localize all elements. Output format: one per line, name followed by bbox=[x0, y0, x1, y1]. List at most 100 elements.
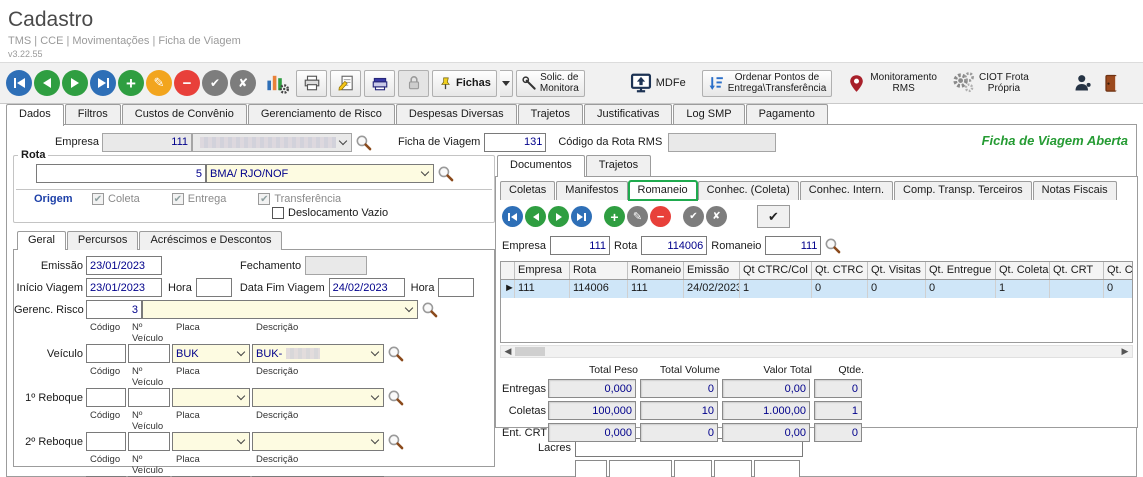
first-record-button[interactable] bbox=[6, 70, 32, 96]
stub-field[interactable] bbox=[714, 460, 752, 477]
scroll-left-arrow[interactable]: ◀ bbox=[501, 346, 515, 357]
stub-field[interactable] bbox=[609, 460, 672, 477]
rota-search-icon[interactable] bbox=[437, 165, 454, 182]
tab-percursos[interactable]: Percursos bbox=[67, 231, 139, 250]
romaneio-delete-button[interactable]: − bbox=[650, 206, 671, 227]
checkbox-transferencia[interactable]: Transferência bbox=[258, 193, 341, 205]
tab-trajetos[interactable]: Trajetos bbox=[518, 104, 583, 125]
veiculo-nveiculo-field[interactable] bbox=[128, 344, 170, 363]
romaneio-first-button[interactable] bbox=[502, 206, 523, 227]
tab-despesas-diversas[interactable]: Despesas Diversas bbox=[396, 104, 517, 125]
edit-record-button[interactable]: ✎ bbox=[146, 70, 172, 96]
mdfe-button[interactable]: MDFe bbox=[630, 72, 686, 94]
reboque2-nveiculo-field[interactable] bbox=[128, 432, 170, 451]
tab-acrescimos-descontos[interactable]: Acréscimos e Descontos bbox=[139, 231, 282, 250]
label-print-button[interactable] bbox=[364, 70, 395, 97]
cancel-button[interactable]: ✘ bbox=[230, 70, 256, 96]
romaneio-edit-button[interactable]: ✎ bbox=[627, 206, 648, 227]
ordenar-pontos-button[interactable]: Ordenar Pontos de Entrega\Transferência bbox=[702, 70, 833, 97]
romaneio-add-button[interactable]: + bbox=[604, 206, 625, 227]
reboque1-search-icon[interactable] bbox=[387, 389, 404, 406]
ciot-frota-button[interactable]: CIOT Frota Própria bbox=[951, 71, 1029, 95]
filter-empresa-field[interactable]: 111 bbox=[550, 236, 610, 255]
romaneio-last-button[interactable] bbox=[571, 206, 592, 227]
gerenc-risco-search-icon[interactable] bbox=[421, 301, 438, 318]
veiculo-search-icon[interactable] bbox=[387, 345, 404, 362]
reboque1-placa-combo[interactable] bbox=[172, 388, 250, 407]
scroll-thumb[interactable] bbox=[515, 347, 545, 356]
veiculo-codigo-field[interactable] bbox=[86, 344, 126, 363]
grid-horizontal-scrollbar[interactable]: ◀ ▶ bbox=[500, 345, 1133, 358]
data-fim-field[interactable]: 24/02/2023 bbox=[329, 278, 405, 297]
add-record-button[interactable]: + bbox=[118, 70, 144, 96]
chart-settings-icon[interactable] bbox=[262, 69, 292, 97]
reboque1-codigo-field[interactable] bbox=[86, 388, 126, 407]
gerenc-risco-code-field[interactable]: 3 bbox=[86, 300, 142, 319]
inicio-viagem-field[interactable]: 23/01/2023 bbox=[86, 278, 162, 297]
ficha-viagem-field[interactable]: 131 bbox=[484, 133, 546, 152]
tab-justificativas[interactable]: Justificativas bbox=[584, 104, 672, 125]
rota-combo[interactable]: BMA/ RJO/NOF bbox=[206, 164, 434, 183]
next-record-button[interactable] bbox=[62, 70, 88, 96]
edit-report-button[interactable] bbox=[330, 70, 361, 97]
hora-inicio-field[interactable] bbox=[196, 278, 232, 297]
delete-record-button[interactable]: − bbox=[174, 70, 200, 96]
fichas-button[interactable]: Fichas bbox=[432, 70, 497, 97]
stub-field[interactable] bbox=[674, 460, 712, 477]
scroll-right-arrow[interactable]: ▶ bbox=[1118, 346, 1132, 357]
tab-manifestos[interactable]: Manifestos bbox=[556, 181, 627, 200]
emissao-field[interactable]: 23/01/2023 bbox=[86, 256, 162, 275]
exit-button[interactable] bbox=[1101, 73, 1121, 93]
tab-trajetos-right[interactable]: Trajetos bbox=[586, 155, 651, 176]
reboque2-placa-combo[interactable] bbox=[172, 432, 250, 451]
tab-pagamento[interactable]: Pagamento bbox=[746, 104, 828, 125]
stub-field[interactable] bbox=[575, 460, 607, 477]
tab-geral[interactable]: Geral bbox=[17, 231, 66, 250]
romaneio-search-icon[interactable] bbox=[824, 237, 841, 254]
solic-monitora-button[interactable]: Solic. de Monitora bbox=[516, 70, 585, 97]
romaneio-cancel-button[interactable]: ✘ bbox=[706, 206, 727, 227]
grid-selected-row[interactable]: ► 111 114006 111 24/02/2023 1 0 0 0 1 0 bbox=[501, 280, 1132, 298]
romaneio-confirm-button[interactable]: ✔ bbox=[683, 206, 704, 227]
reboque2-descricao-combo[interactable] bbox=[252, 432, 384, 451]
romaneio-apply-button[interactable]: ✔ bbox=[757, 205, 790, 228]
tab-filtros[interactable]: Filtros bbox=[65, 104, 121, 125]
reboque1-descricao-combo[interactable] bbox=[252, 388, 384, 407]
reboque2-codigo-field[interactable] bbox=[86, 432, 126, 451]
reboque1-nveiculo-field[interactable] bbox=[128, 388, 170, 407]
confirm-button[interactable]: ✔ bbox=[202, 70, 228, 96]
tab-gerenciamento-risco[interactable]: Gerenciamento de Risco bbox=[248, 104, 395, 125]
tab-conhec-intern[interactable]: Conhec. Intern. bbox=[800, 181, 893, 200]
tab-custos-convenio[interactable]: Custos de Convênio bbox=[122, 104, 247, 125]
print-button[interactable] bbox=[296, 70, 327, 97]
tab-coletas[interactable]: Coletas bbox=[500, 181, 555, 200]
tab-documentos[interactable]: Documentos bbox=[497, 155, 585, 177]
fichas-dropdown-arrow[interactable] bbox=[500, 70, 513, 97]
reboque2-search-icon[interactable] bbox=[387, 433, 404, 450]
romaneio-next-button[interactable] bbox=[548, 206, 569, 227]
checkbox-deslocamento-vazio[interactable]: Deslocamento Vazio bbox=[272, 207, 388, 219]
hora-fim-field[interactable] bbox=[438, 278, 474, 297]
tab-romaneio[interactable]: Romaneio bbox=[629, 181, 697, 200]
empresa-name-combo[interactable] bbox=[192, 133, 352, 152]
filter-rota-field[interactable]: 114006 bbox=[641, 236, 707, 255]
user-button[interactable] bbox=[1073, 73, 1093, 93]
last-record-button[interactable] bbox=[90, 70, 116, 96]
gerenc-risco-combo[interactable] bbox=[142, 300, 418, 319]
veiculo-placa-combo[interactable]: BUK bbox=[172, 344, 250, 363]
checkbox-entrega[interactable]: Entrega bbox=[172, 193, 227, 205]
stub-field[interactable] bbox=[754, 460, 800, 477]
veiculo-descricao-combo[interactable]: BUK- bbox=[252, 344, 384, 363]
tab-comp-transp-terceiros[interactable]: Comp. Transp. Terceiros bbox=[894, 181, 1032, 200]
previous-record-button[interactable] bbox=[34, 70, 60, 96]
romaneio-previous-button[interactable] bbox=[525, 206, 546, 227]
rota-code-field[interactable]: 5 bbox=[36, 164, 206, 183]
tab-log-smp[interactable]: Log SMP bbox=[673, 104, 744, 125]
empresa-search-icon[interactable] bbox=[355, 134, 372, 151]
monitoramento-rms-button[interactable]: Monitoramento RMS bbox=[847, 72, 937, 94]
tab-dados[interactable]: Dados bbox=[6, 104, 64, 126]
tab-conhec-coleta[interactable]: Conhec. (Coleta) bbox=[698, 181, 799, 200]
tab-notas-fiscais[interactable]: Notas Fiscais bbox=[1033, 181, 1117, 200]
filter-romaneio-field[interactable]: 111 bbox=[765, 236, 821, 255]
checkbox-coleta[interactable]: Coleta bbox=[92, 193, 140, 205]
